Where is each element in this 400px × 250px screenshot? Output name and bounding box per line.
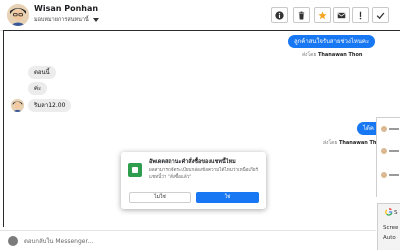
conversation-header: Wisan Ponhan มอบหมายการสนทนานี้	[0, 0, 400, 31]
mail-icon	[337, 12, 346, 18]
delete-button[interactable]	[293, 7, 310, 23]
no-button[interactable]: ไม่ใช่	[129, 192, 191, 203]
sender-avatar	[11, 99, 24, 112]
flag-button[interactable]	[352, 7, 369, 23]
avatar	[381, 148, 387, 154]
message-composer	[0, 230, 376, 250]
chevron-down-icon	[92, 17, 99, 22]
google-icon	[385, 208, 393, 216]
google-notification-card[interactable]: S Scree Auto	[377, 203, 400, 250]
mail-button[interactable]	[333, 7, 350, 23]
done-button[interactable]	[372, 7, 389, 23]
order-status-icon	[128, 163, 142, 177]
side-panel	[376, 117, 400, 197]
side-card-line: Scree	[383, 225, 399, 231]
trash-icon	[298, 11, 305, 19]
exclamation-icon	[359, 11, 362, 19]
dialog-body: ผลสามารถจัดระเบียบกล่องข้อความได้ไหมว่าเ…	[149, 168, 259, 180]
message-bubble-incoming: ตอนนี้	[28, 66, 56, 79]
update-order-status-dialog: อัพเดตสถานะคำสั่งซื้อของแชทนี้ไหม ผลสามา…	[121, 152, 266, 209]
side-card-line: Auto	[383, 235, 396, 241]
side-list-item[interactable]	[381, 170, 400, 180]
message-bubble-outgoing: ลูกค้าสนใจรับสายช่วงไหนคะ	[288, 35, 376, 48]
avatar	[8, 236, 18, 246]
assign-label: มอบหมายการสนทนานี้	[34, 17, 89, 23]
side-list-item[interactable]	[381, 146, 400, 156]
sent-by-label: ส่งโดย Thanawan Thon	[302, 52, 363, 58]
star-button[interactable]	[314, 7, 331, 23]
avatar	[381, 126, 387, 132]
contact-avatar[interactable]	[7, 4, 29, 26]
message-bubble-incoming: ค่ะ	[28, 82, 48, 95]
dialog-title: อัพเดตสถานะคำสั่งซื้อของแชทนี้ไหม	[149, 159, 236, 165]
message-bubble-incoming: ริมลา12.00	[28, 99, 72, 112]
info-button[interactable]	[271, 7, 288, 23]
info-icon	[275, 10, 284, 20]
contact-name[interactable]: Wisan Ponhan	[34, 4, 98, 13]
side-list-item[interactable]	[381, 124, 400, 134]
assign-conversation-dropdown[interactable]: มอบหมายการสนทนานี้	[34, 16, 99, 24]
yes-button[interactable]: ใช่	[196, 192, 259, 203]
reply-input[interactable]	[24, 234, 324, 248]
avatar	[381, 172, 387, 178]
side-card-line: S	[394, 210, 398, 216]
sent-by-label: ส่งโดย Thanawan Thon	[323, 140, 384, 146]
check-icon	[376, 12, 385, 19]
star-icon	[318, 10, 327, 19]
